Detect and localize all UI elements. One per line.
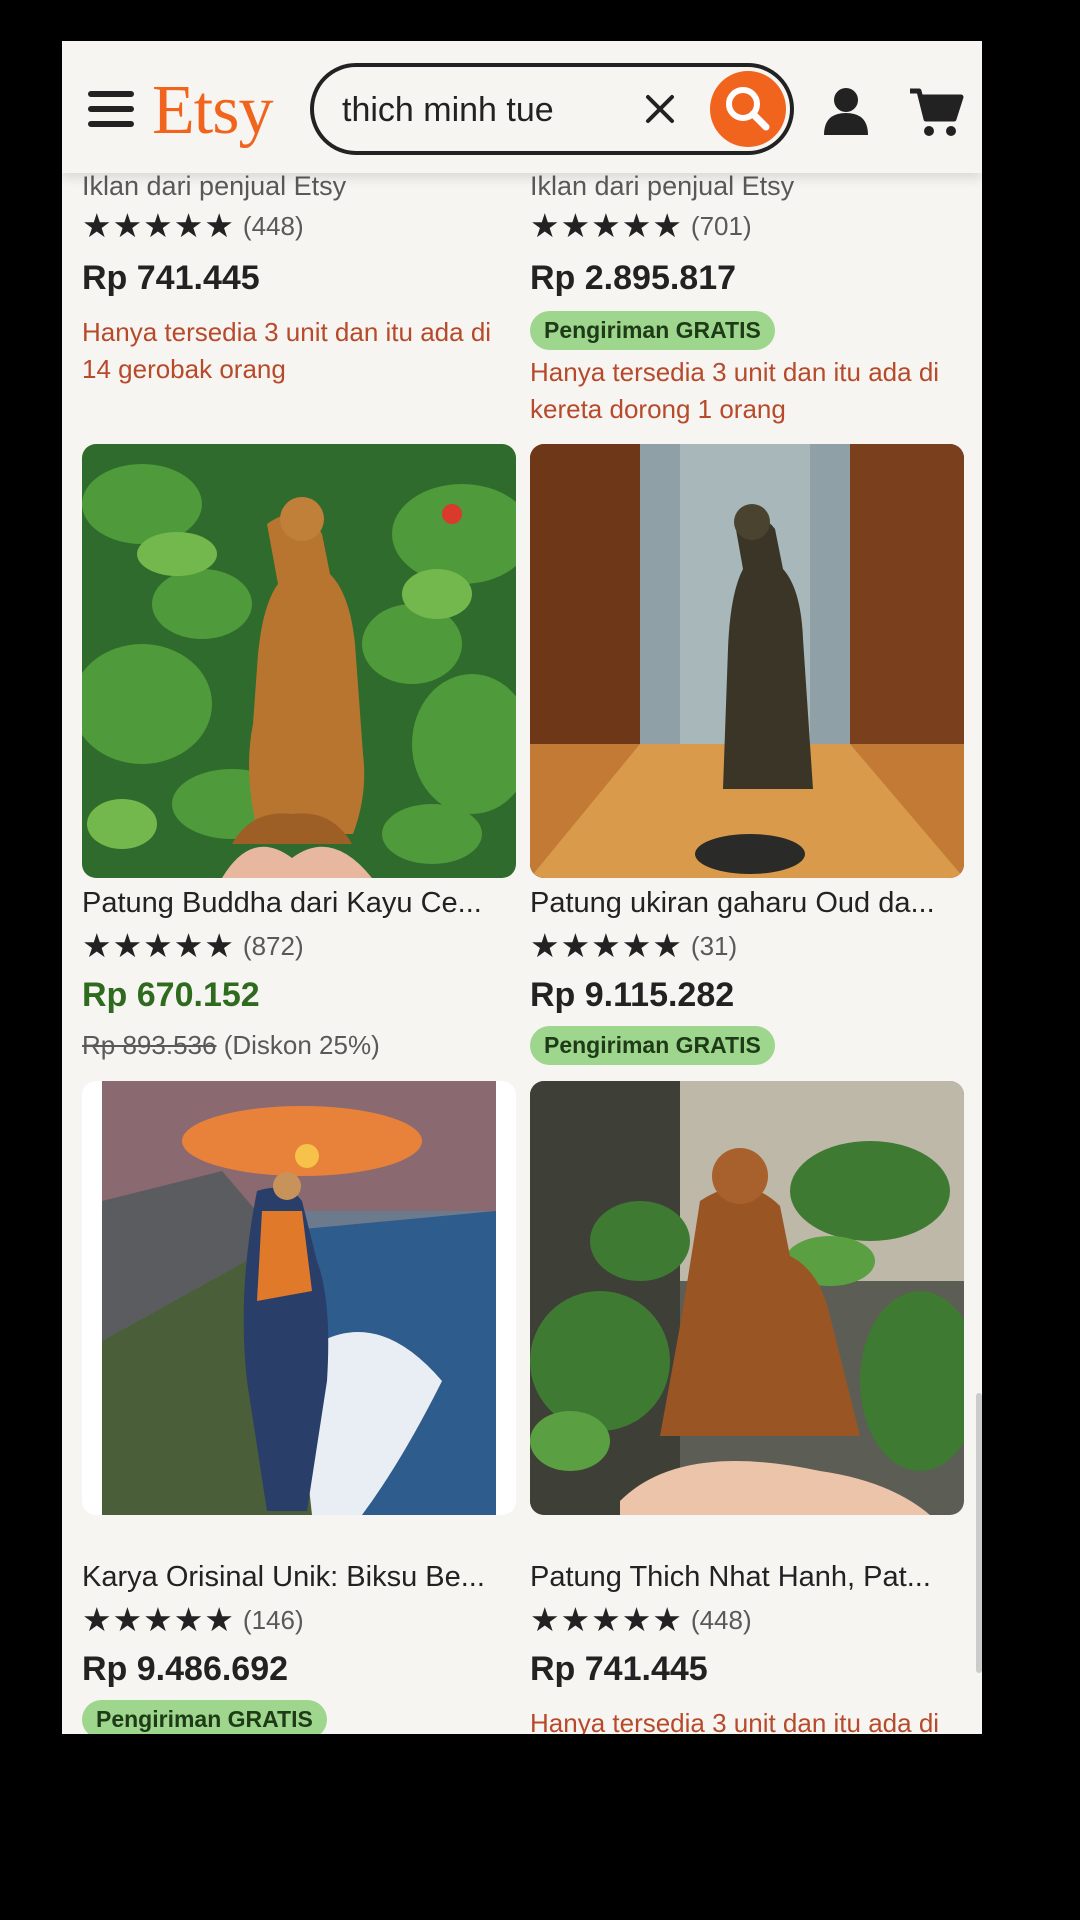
review-count: (872) bbox=[242, 930, 304, 961]
app-screen: Iklan dari penjual Etsy ★★★★★ (448) Rp 7… bbox=[62, 41, 982, 1734]
listing-image[interactable] bbox=[530, 1081, 964, 1515]
free-shipping-badge: Pengiriman GRATIS bbox=[530, 1026, 775, 1065]
listing-title[interactable]: Karya Orisinal Unik: Biksu Be... bbox=[82, 1561, 516, 1594]
review-count: (146) bbox=[242, 1604, 304, 1635]
menu-icon[interactable] bbox=[88, 91, 134, 127]
listing-title[interactable]: Patung ukiran gaharu Oud da... bbox=[530, 887, 964, 920]
ad-label: Iklan dari penjual Etsy bbox=[530, 171, 795, 201]
star-rating-icon: ★★★★★ bbox=[530, 927, 683, 964]
top-bar: Etsy bbox=[62, 41, 982, 173]
stock-notice: Hanya tersedia 3 unit dan itu ada di 14 … bbox=[530, 1708, 940, 1734]
rating: ★★★★★ (448) bbox=[82, 209, 304, 243]
review-count: (448) bbox=[690, 1604, 752, 1635]
rating: ★★★★★ (146) bbox=[82, 1603, 304, 1637]
etsy-logo[interactable]: Etsy bbox=[152, 71, 273, 151]
free-shipping-badge: Pengiriman GRATIS bbox=[82, 1700, 327, 1734]
search-bar bbox=[310, 63, 794, 155]
close-icon[interactable] bbox=[638, 87, 682, 131]
rating: ★★★★★ (872) bbox=[82, 929, 304, 963]
search-icon bbox=[726, 87, 770, 131]
discount-label: (Diskon 25%) bbox=[223, 1030, 380, 1060]
original-price-row: Rp 893.536 (Diskon 25%) bbox=[82, 1030, 380, 1061]
listing-image[interactable] bbox=[530, 444, 964, 878]
star-rating-icon: ★★★★★ bbox=[530, 1601, 683, 1638]
price: Rp 741.445 bbox=[530, 1650, 708, 1688]
user-icon[interactable] bbox=[820, 85, 872, 137]
price: Rp 741.445 bbox=[82, 259, 260, 297]
price: Rp 2.895.817 bbox=[530, 259, 737, 297]
price: Rp 9.115.282 bbox=[530, 976, 735, 1014]
scrollbar[interactable] bbox=[976, 1393, 982, 1673]
star-rating-icon: ★★★★★ bbox=[82, 1601, 235, 1638]
stock-notice: Hanya tersedia 3 unit dan itu ada di 14 … bbox=[82, 317, 492, 384]
agarwood-statue-image bbox=[530, 444, 964, 878]
stock-notice: Hanya tersedia 3 unit dan itu ada di ker… bbox=[530, 357, 940, 424]
cart-icon[interactable] bbox=[908, 85, 964, 139]
seated-monk-statue-image bbox=[530, 1081, 964, 1515]
price: Rp 9.486.692 bbox=[82, 1650, 289, 1688]
monk-painting-image bbox=[82, 1081, 516, 1515]
sale-price: Rp 670.152 bbox=[82, 976, 260, 1014]
search-button[interactable] bbox=[710, 71, 786, 147]
listing-grid: Iklan dari penjual Etsy ★★★★★ (448) Rp 7… bbox=[62, 41, 982, 1734]
listing-title[interactable]: Patung Buddha dari Kayu Ce... bbox=[82, 887, 516, 920]
rating: ★★★★★ (31) bbox=[530, 929, 737, 963]
ad-label: Iklan dari penjual Etsy bbox=[82, 171, 347, 201]
rating: ★★★★★ (448) bbox=[530, 1603, 752, 1637]
search-input[interactable] bbox=[340, 83, 644, 137]
free-shipping-badge: Pengiriman GRATIS bbox=[530, 311, 775, 350]
star-rating-icon: ★★★★★ bbox=[82, 927, 235, 964]
wooden-monk-statue-image bbox=[82, 444, 516, 878]
star-rating-icon: ★★★★★ bbox=[530, 207, 683, 244]
original-price: Rp 893.536 bbox=[82, 1030, 217, 1060]
listing-image[interactable] bbox=[82, 1081, 516, 1515]
listing-title[interactable]: Patung Thich Nhat Hanh, Pat... bbox=[530, 1561, 964, 1594]
review-count: (31) bbox=[690, 930, 738, 961]
rating: ★★★★★ (701) bbox=[530, 209, 752, 243]
review-count: (448) bbox=[242, 210, 304, 241]
review-count: (701) bbox=[690, 210, 752, 241]
listing-image[interactable] bbox=[82, 444, 516, 878]
star-rating-icon: ★★★★★ bbox=[82, 207, 235, 244]
